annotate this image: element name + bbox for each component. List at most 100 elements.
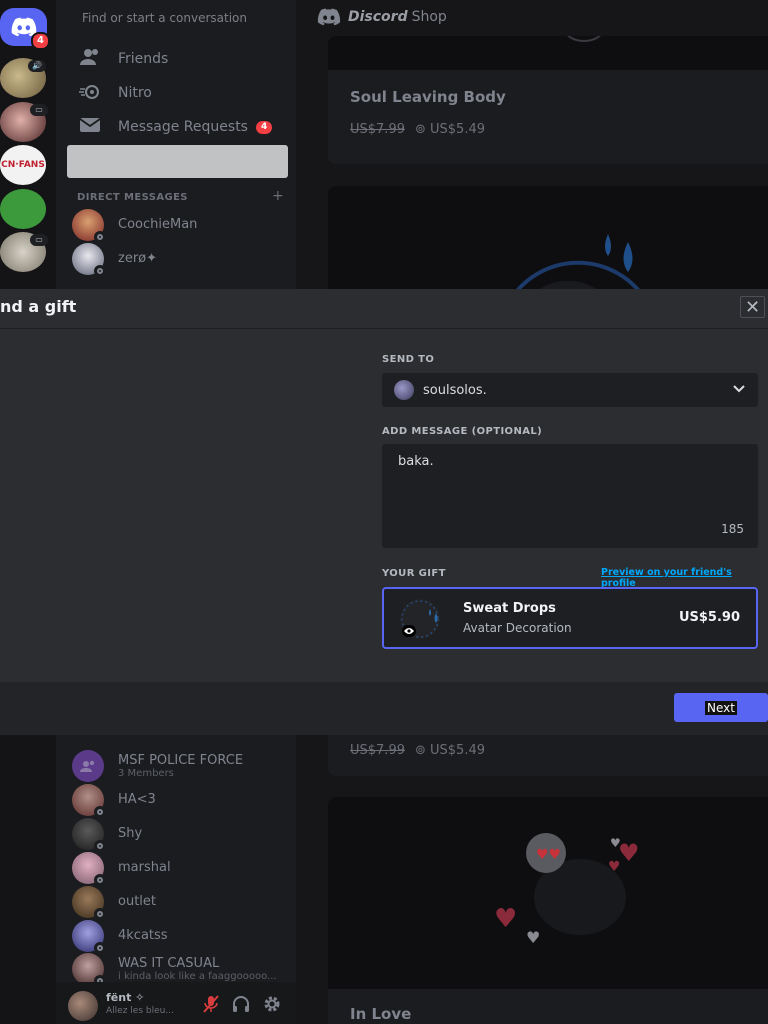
server-cnfans[interactable]: CN·FANS (0, 145, 46, 185)
status-icon (94, 908, 106, 920)
shop-card[interactable]: Soul Leaving Body US$7.99 ⊚ US$5.49 (328, 36, 768, 164)
gift-message-value: baka. (398, 454, 434, 469)
avatar (72, 243, 106, 277)
modal-footer (0, 682, 768, 735)
svg-text:♥♥: ♥♥ (536, 847, 561, 863)
nav-nitro[interactable]: Nitro (78, 80, 152, 106)
nitro-icon: ⊚ (414, 743, 431, 758)
user-status: Allez les bleu... (106, 1006, 174, 1016)
svg-text:♥: ♥ (526, 928, 540, 947)
recipient-select[interactable]: soulsolos. (382, 373, 758, 407)
nav-nitro-label: Nitro (118, 85, 152, 101)
dm-item[interactable]: CoochieMan (72, 209, 284, 243)
dm-name: CoochieMan (118, 218, 198, 232)
mute-mic-icon[interactable] (202, 995, 220, 1017)
dm-name: Shy (118, 827, 143, 841)
card-old-price: US$7.99 (350, 743, 405, 758)
card-price: US$7.99 ⊚ US$5.49 (328, 122, 768, 137)
recipient-avatar (394, 380, 414, 400)
screen-icon: ▭ (30, 104, 48, 116)
shop-section: Shop (411, 9, 447, 25)
headphones-icon[interactable] (232, 995, 250, 1017)
dm-item[interactable]: outlet (72, 886, 284, 920)
card-nitro-price: US$5.49 (430, 743, 485, 758)
dm-item[interactable]: zerø✦ (72, 243, 284, 277)
group-avatar (72, 750, 104, 782)
status-icon (94, 265, 106, 277)
eye-icon[interactable] (402, 625, 416, 637)
envelope-icon (78, 117, 102, 137)
close-icon: ✕ (744, 296, 761, 318)
dm-item[interactable]: MSF POLICE FORCE 3 Members (72, 750, 284, 782)
nitro-icon: ⊚ (414, 122, 431, 137)
send-to-label: SEND TO (382, 354, 435, 365)
avatar (72, 784, 106, 818)
dm-item[interactable]: Shy (72, 818, 284, 852)
nav-friends-label: Friends (118, 51, 169, 67)
dm-name: outlet (118, 895, 156, 909)
next-button[interactable]: Next (674, 693, 768, 722)
avatar (72, 818, 106, 852)
message-requests-badge: 4 (255, 120, 273, 134)
chevron-down-icon (732, 381, 746, 399)
screen-icon: ▭ (30, 234, 48, 246)
dm-item[interactable]: 4kcatss (72, 920, 284, 954)
svg-text:♥: ♥ (608, 859, 621, 875)
message-label: ADD MESSAGE (OPTIONAL) (382, 426, 543, 437)
card-title: Soul Leaving Body (350, 88, 506, 106)
dm-item[interactable]: HA<3 (72, 784, 284, 818)
selected-item-highlight[interactable] (67, 145, 288, 178)
svg-text:♥: ♥ (494, 904, 517, 934)
send-gift-modal: nd a gift ✕ SEND TO soulsolos. ADD MESSA… (0, 289, 768, 735)
gift-item[interactable]: Sweat Drops Avatar Decoration US$5.90 (382, 587, 758, 649)
discord-logo-icon (317, 8, 341, 26)
nav-message-requests[interactable]: Message Requests 4 (78, 114, 273, 140)
preview-profile-link[interactable]: Preview on your friend's profile (601, 567, 768, 589)
user-panel: fënt ✧ Allez les bleu... (56, 982, 296, 1024)
dm-name: WAS IT CASUAL (118, 956, 220, 971)
avatar (72, 920, 106, 954)
shop-card[interactable]: ♥♥ ♥ ♥ ♥ ♥ ♥ In Love (328, 797, 768, 1024)
card-price: US$7.99 ⊚ US$5.49 (328, 743, 768, 758)
home-badge: 4 (31, 32, 50, 50)
app-window: 4 🔊 ▭ CN·FANS ▭ Find or start a conversa… (0, 0, 768, 1024)
server-icon[interactable] (0, 189, 46, 229)
modal-header: nd a gift ✕ (0, 289, 768, 329)
dm-subtext: i kinda look like a faaggooooo... (118, 970, 277, 982)
svg-text:♥: ♥ (618, 839, 640, 867)
gift-type: Avatar Decoration (463, 621, 572, 635)
dm-name: MSF POLICE FORCE (118, 753, 244, 768)
search-input[interactable]: Find or start a conversation (70, 6, 282, 30)
card-art: ♥♥ ♥ ♥ ♥ ♥ ♥ (328, 797, 768, 989)
next-button-label: Next (705, 700, 737, 715)
status-icon (94, 840, 106, 852)
shop-brand: Discord (348, 9, 408, 25)
gift-name: Sweat Drops (463, 601, 556, 616)
friends-icon (78, 48, 102, 70)
user-avatar[interactable] (68, 991, 98, 1021)
char-count: 185 (721, 522, 744, 536)
dm-subtext: 3 Members (118, 767, 174, 779)
status-icon (94, 806, 106, 818)
group-icon (80, 760, 95, 772)
create-dm-plus-icon[interactable]: + (272, 188, 284, 204)
card-title: In Love (350, 1005, 412, 1023)
gear-icon[interactable] (263, 995, 281, 1017)
dm-name: marshal (118, 861, 171, 875)
gift-message-input[interactable]: baka. 185 (382, 444, 758, 548)
shop-header: Discord Shop (316, 8, 447, 26)
avatar (72, 953, 106, 987)
dm-item[interactable]: WAS IT CASUAL i kinda look like a faaggoo… (72, 953, 284, 987)
svg-text:♥: ♥ (610, 836, 621, 850)
card-old-price: US$7.99 (350, 122, 405, 137)
close-button[interactable]: ✕ (740, 296, 765, 318)
nav-friends[interactable]: Friends (78, 46, 168, 72)
avatar (72, 852, 106, 886)
dm-name: zerø✦ (118, 252, 158, 266)
status-icon (94, 231, 106, 243)
avatar (72, 209, 106, 243)
modal-title: nd a gift (0, 297, 77, 316)
dm-item[interactable]: marshal (72, 852, 284, 886)
status-icon (94, 874, 106, 886)
nav-message-requests-label: Message Requests (118, 119, 248, 135)
